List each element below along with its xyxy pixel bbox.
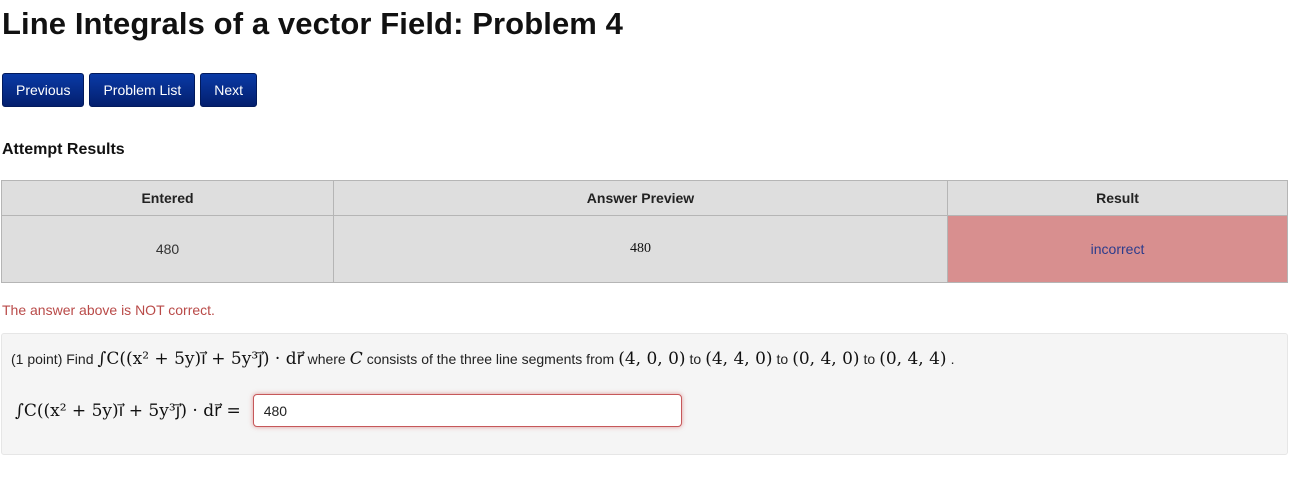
table-row: 480 480 incorrect	[1, 215, 1288, 283]
problem-statement: (1 point) Find ∫C((x² + 5y)i⃗ + 5y³j⃗) ·…	[11, 349, 954, 369]
problem-navigation: Previous Problem List Next	[2, 73, 258, 107]
answer-line: ∫C((x² + 5y)i⃗ + 5y³j⃗) · dr⃗ =	[11, 394, 682, 427]
page-title: Line Integrals of a vector Field: Proble…	[2, 6, 623, 41]
attempt-results-heading: Attempt Results	[2, 141, 125, 158]
problem-points-text: (1 point) Find	[11, 351, 94, 367]
curve-variable: C	[349, 349, 363, 369]
to-text-1: to	[689, 351, 702, 367]
attempt-results-table: Entered Answer Preview Result 480 480 in…	[1, 180, 1288, 283]
cell-entered: 480	[1, 215, 334, 283]
answer-input[interactable]	[252, 394, 682, 427]
point-3: (0, 4, 0)	[792, 349, 860, 369]
answer-lhs-expression: ∫C((x² + 5y)i⃗ + 5y³j⃗) · dr⃗ =	[15, 400, 241, 421]
column-header-result: Result	[947, 180, 1288, 216]
point-1: (4, 0, 0)	[618, 349, 686, 369]
cell-answer-preview: 480	[333, 215, 948, 283]
period: .	[950, 351, 955, 367]
previous-button[interactable]: Previous	[2, 73, 85, 107]
to-text-3: to	[863, 351, 876, 367]
feedback-message: The answer above is NOT correct.	[2, 302, 215, 318]
problem-box: (1 point) Find ∫C((x² + 5y)i⃗ + 5y³j⃗) ·…	[1, 333, 1288, 455]
consists-text: consists of the three line segments from	[366, 351, 615, 367]
column-header-answer-preview: Answer Preview	[333, 180, 948, 216]
column-header-entered: Entered	[1, 180, 334, 216]
point-2: (4, 4, 0)	[705, 349, 773, 369]
integral-expression: ∫C((x² + 5y)i⃗ + 5y³j⃗) · dr⃗	[97, 349, 304, 369]
next-button[interactable]: Next	[200, 73, 258, 107]
where-text: where	[307, 351, 346, 367]
problem-list-button[interactable]: Problem List	[89, 73, 196, 107]
cell-result: incorrect	[947, 215, 1288, 283]
table-header-row: Entered Answer Preview Result	[1, 180, 1288, 216]
to-text-2: to	[776, 351, 789, 367]
point-4: (0, 4, 4)	[879, 349, 947, 369]
